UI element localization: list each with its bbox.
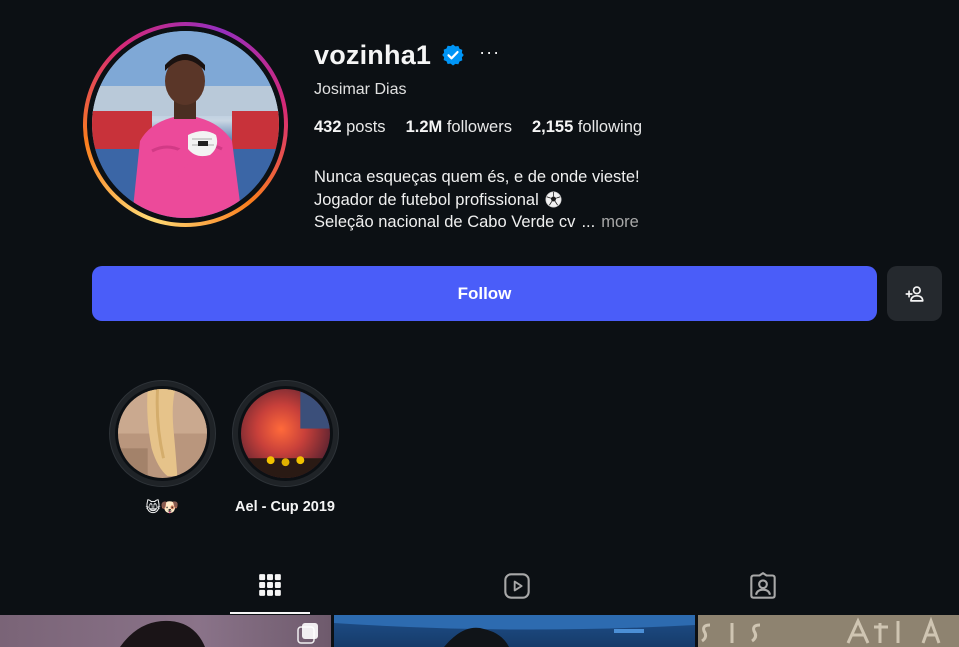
avatar-photo [92, 31, 279, 218]
highlight-item[interactable]: Ael - Cup 2019 [230, 380, 340, 515]
tab-reels[interactable] [477, 566, 557, 614]
post-thumbnail-image [698, 615, 959, 647]
grid-icon [259, 574, 281, 596]
profile-stats: 432 posts 1.2M followers 2,155 following [314, 118, 642, 137]
post-thumbnail[interactable] [0, 615, 331, 647]
tab-posts[interactable] [230, 566, 310, 614]
bio-line-3-text: Seleção nacional de Cabo Verde cv [314, 213, 576, 231]
bio-line-3: Seleção nacional de Cabo Verde cv ... mo… [314, 211, 640, 234]
verified-badge-icon [442, 44, 464, 66]
bio: Nunca esqueças quem és, e de onde vieste… [314, 166, 640, 234]
following-label: following [577, 118, 643, 136]
avatar-illustration [92, 31, 279, 218]
username-row: vozinha1 ··· [314, 38, 500, 72]
more-options-button[interactable]: ··· [479, 43, 500, 67]
soccer-ball-icon [545, 191, 562, 208]
bio-more-link[interactable]: more [601, 211, 639, 234]
highlight-cover-border [237, 386, 333, 481]
highlight-label: Ael - Cup 2019 [235, 499, 335, 515]
tab-tagged[interactable] [723, 566, 803, 614]
highlight-cover-ring [231, 380, 339, 487]
post-thumbnail[interactable] [698, 615, 959, 647]
suggested-accounts-button[interactable] [887, 266, 942, 321]
followers-label: followers [446, 118, 512, 136]
post-thumbnail-image [120, 620, 318, 647]
bio-ellipsis: ... [581, 213, 596, 231]
add-person-icon [904, 285, 924, 302]
highlight-cover-image [117, 389, 207, 478]
highlight-cover-ring [108, 380, 216, 487]
highlight-item[interactable]: 😸🐶 [107, 380, 217, 516]
following-stat[interactable]: 2,155 following [532, 118, 642, 137]
posts-label: posts [346, 118, 386, 136]
bio-line-1: Nunca esqueças quem és, e de onde vieste… [314, 168, 640, 186]
tagged-icon [750, 572, 776, 599]
full-name: Josimar Dias [314, 81, 407, 98]
bio-line-2: Jogador de futebol profissional [314, 189, 640, 212]
following-count: 2,155 [531, 118, 574, 136]
posts-count: 432 [314, 118, 342, 136]
followers-count: 1.2M [405, 118, 443, 136]
profile-page: vozinha1 ··· Josimar Dias 432 posts 1.2M… [0, 0, 959, 647]
follow-button[interactable]: Follow [92, 266, 877, 321]
highlight-cover-image [240, 389, 330, 478]
highlight-label: 😸🐶 [145, 500, 179, 516]
highlight-cover [240, 389, 330, 478]
reels-icon [504, 573, 530, 599]
highlight-cover-border [114, 386, 210, 481]
highlight-cover [117, 389, 207, 478]
posts-stat: 432 posts [314, 118, 386, 137]
post-thumbnail[interactable] [334, 615, 695, 647]
username: vozinha1 [314, 39, 432, 70]
followers-stat[interactable]: 1.2M followers [406, 118, 512, 137]
post-thumbnail-image [334, 615, 695, 647]
avatar-border [87, 26, 284, 223]
bio-line-2-text: Jogador de futebol profissional [314, 190, 539, 209]
profile-avatar[interactable] [83, 22, 288, 227]
